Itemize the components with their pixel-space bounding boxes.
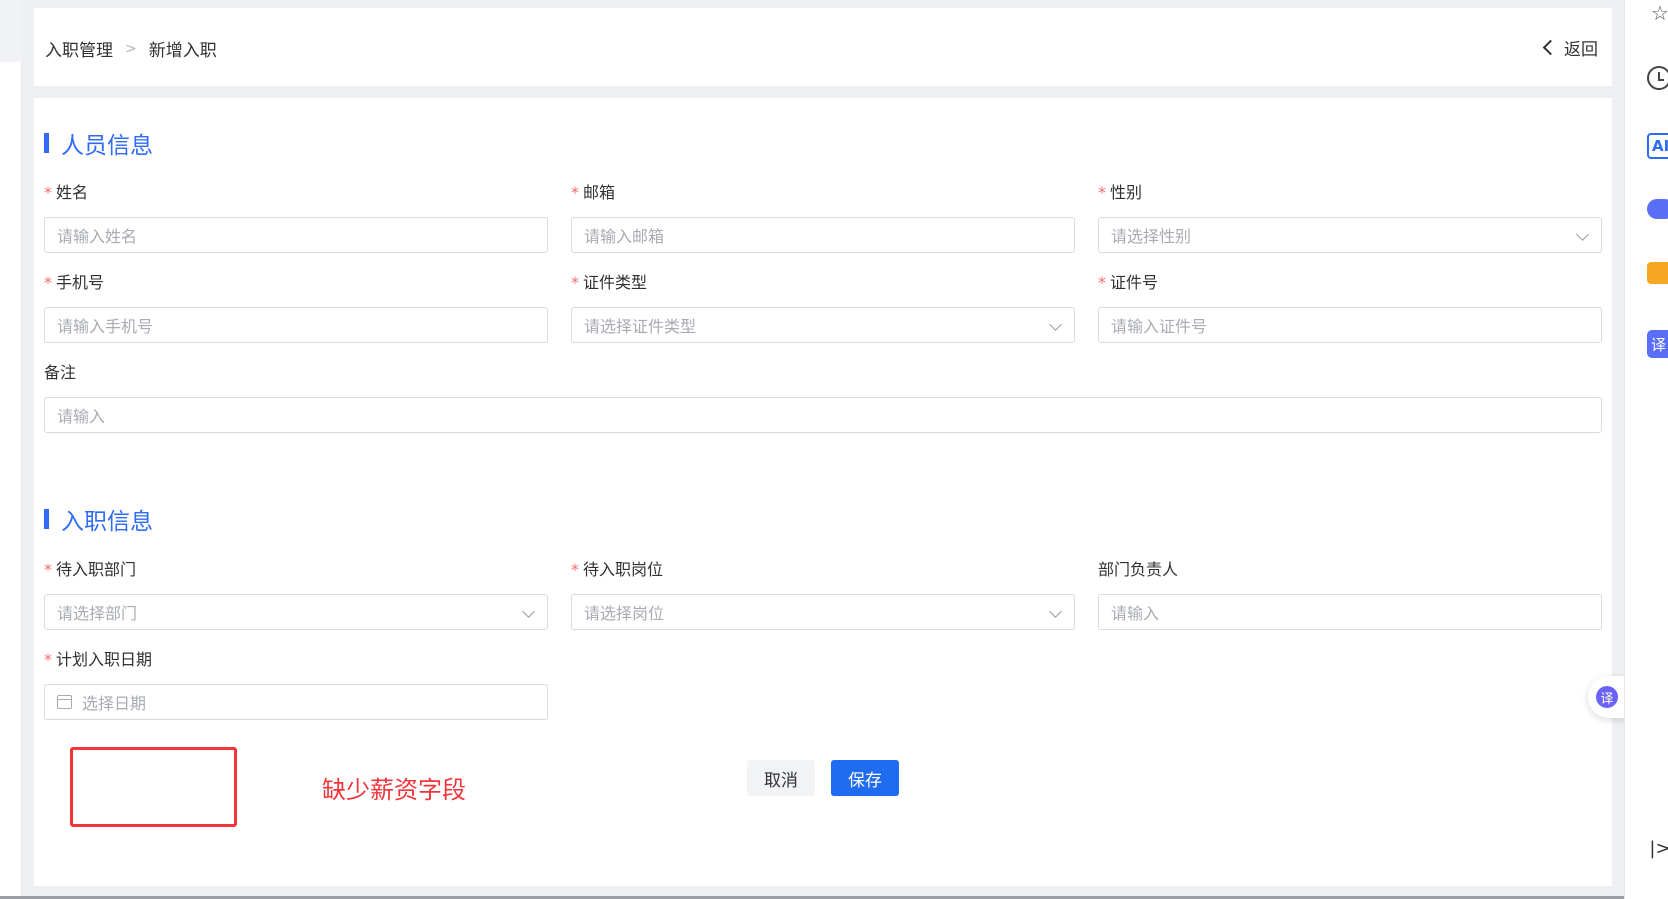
id-number-placeholder: 请输入证件号: [1111, 317, 1208, 336]
chevron-left-icon: [1542, 39, 1559, 56]
name-field: * 姓名 请输入姓名: [44, 182, 548, 253]
breadcrumb-separator-icon: >: [125, 40, 137, 57]
id-type-label: * 证件类型: [571, 272, 1075, 294]
id-type-placeholder: 请选择证件类型: [584, 317, 697, 336]
chevron-down-icon: [522, 605, 535, 618]
required-mark: *: [44, 273, 52, 292]
annotation-highlight-box: [70, 747, 237, 827]
position-label: * 待入职岗位: [571, 559, 1075, 581]
calendar-icon: [57, 695, 72, 709]
required-mark: *: [44, 560, 52, 579]
id-type-select[interactable]: 请选择证件类型: [571, 307, 1075, 343]
required-mark: *: [571, 560, 579, 579]
back-button[interactable]: 返回: [1542, 35, 1598, 60]
id-type-field: * 证件类型 请选择证件类型: [571, 272, 1075, 343]
section-title-text: 人员信息: [61, 133, 153, 159]
gamepad-icon[interactable]: [1647, 199, 1668, 219]
email-field: * 邮箱 请输入邮箱: [571, 182, 1075, 253]
department-label-text: 待入职部门: [56, 560, 137, 579]
ai-icon[interactable]: AI: [1647, 133, 1668, 159]
phone-field: * 手机号 请输入手机号: [44, 272, 548, 343]
phone-placeholder: 请输入手机号: [57, 317, 154, 336]
annotation-text: 缺少薪资字段: [322, 776, 466, 804]
required-mark: *: [571, 273, 579, 292]
name-label: * 姓名: [44, 182, 548, 204]
id-number-input[interactable]: 请输入证件号: [1098, 307, 1602, 343]
planned-date-picker[interactable]: 选择日期: [44, 684, 548, 720]
section-title-onboarding: 入职信息: [44, 502, 153, 536]
gender-field: * 性别 请选择性别: [1098, 182, 1602, 253]
required-mark: *: [571, 183, 579, 202]
translate-icon: 译: [1596, 686, 1618, 708]
email-label: * 邮箱: [571, 182, 1075, 204]
chevron-down-icon: [1049, 605, 1062, 618]
form-card: 人员信息 * 姓名 请输入姓名 * 邮箱 请输入邮箱 * 性别 请选择性别 * 手机号 …: [34, 98, 1612, 886]
department-label: * 待入职部门: [44, 559, 548, 581]
section-bar: [44, 133, 49, 153]
browser-side-rail: ☆ AI 译 |>: [1624, 0, 1668, 899]
left-sidebar-strip: [0, 0, 22, 899]
name-input[interactable]: 请输入姓名: [44, 217, 548, 253]
phone-label-text: 手机号: [56, 273, 105, 292]
breadcrumb-current: 新增入职: [148, 41, 217, 61]
remark-label: 备注: [44, 363, 77, 382]
history-clock-icon[interactable]: [1647, 66, 1668, 90]
chevron-down-icon: [1049, 318, 1062, 331]
back-label: 返回: [1564, 40, 1598, 60]
manager-placeholder: 请输入: [1111, 604, 1160, 623]
cancel-button[interactable]: 取消: [747, 760, 815, 796]
position-placeholder: 请选择岗位: [584, 604, 665, 623]
save-button[interactable]: 保存: [831, 760, 899, 796]
floating-translate-button[interactable]: 译: [1588, 676, 1628, 718]
gender-select[interactable]: 请选择性别: [1098, 217, 1602, 253]
remark-field: 备注 请输入: [44, 362, 1602, 433]
toolbox-icon[interactable]: [1647, 262, 1668, 284]
sidebar-active-indicator: [0, 0, 22, 62]
breadcrumb-parent[interactable]: 入职管理: [45, 36, 113, 61]
phone-label: * 手机号: [44, 272, 548, 294]
name-placeholder: 请输入姓名: [57, 227, 138, 246]
department-select[interactable]: 请选择部门: [44, 594, 548, 630]
required-mark: *: [44, 183, 52, 202]
planned-date-label: * 计划入职日期: [44, 649, 548, 671]
gender-label: * 性别: [1098, 182, 1602, 204]
department-placeholder: 请选择部门: [57, 604, 138, 623]
page-header: 入职管理 > 新增入职 返回: [34, 8, 1612, 86]
gender-placeholder: 请选择性别: [1111, 227, 1192, 246]
star-icon[interactable]: ☆: [1647, 0, 1668, 26]
id-type-label-text: 证件类型: [583, 273, 648, 292]
position-field: * 待入职岗位 请选择岗位: [571, 559, 1075, 630]
planned-date-field: * 计划入职日期 选择日期: [44, 649, 548, 720]
position-label-text: 待入职岗位: [583, 560, 664, 579]
section-bar: [44, 509, 49, 529]
department-field: * 待入职部门 请选择部门: [44, 559, 548, 630]
position-select[interactable]: 请选择岗位: [571, 594, 1075, 630]
planned-date-label-text: 计划入职日期: [56, 650, 153, 669]
section-title-personal: 人员信息: [44, 126, 153, 160]
required-mark: *: [1098, 183, 1106, 202]
remark-placeholder: 请输入: [57, 407, 106, 426]
id-number-label-text: 证件号: [1110, 273, 1159, 292]
name-label-text: 姓名: [56, 183, 89, 202]
manager-input[interactable]: 请输入: [1098, 594, 1602, 630]
email-placeholder: 请输入邮箱: [584, 227, 665, 246]
required-mark: *: [44, 650, 52, 669]
email-input[interactable]: 请输入邮箱: [571, 217, 1075, 253]
manager-field: 部门负责人 请输入: [1098, 559, 1602, 630]
required-mark: *: [1098, 273, 1106, 292]
section-title-text: 入职信息: [61, 509, 153, 535]
manager-label: 部门负责人: [1098, 560, 1179, 579]
planned-date-placeholder: 选择日期: [82, 694, 147, 713]
collapse-panel-icon[interactable]: |>: [1647, 835, 1668, 861]
translate-icon[interactable]: 译: [1647, 330, 1668, 358]
chevron-down-icon: [1576, 228, 1589, 241]
id-number-field: * 证件号 请输入证件号: [1098, 272, 1602, 343]
breadcrumb: 入职管理 > 新增入职: [45, 36, 217, 62]
phone-input[interactable]: 请输入手机号: [44, 307, 548, 343]
gender-label-text: 性别: [1110, 183, 1143, 202]
remark-input[interactable]: 请输入: [44, 397, 1602, 433]
id-number-label: * 证件号: [1098, 272, 1602, 294]
email-label-text: 邮箱: [583, 183, 616, 202]
